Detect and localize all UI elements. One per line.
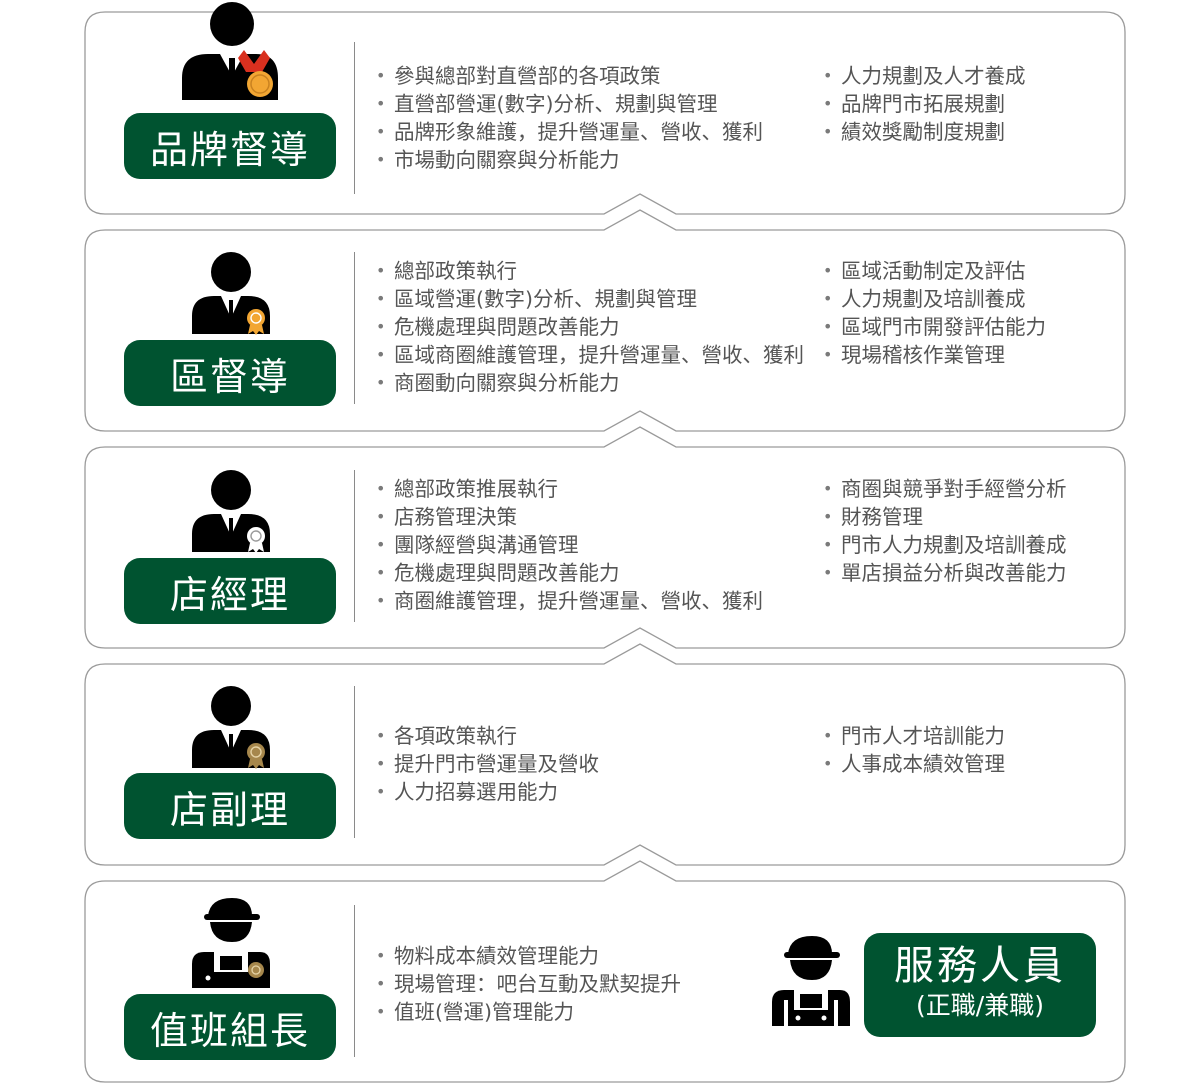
list-item: 財務管理 — [821, 503, 1067, 531]
list-item: 門市人力規劃及培訓養成 — [821, 531, 1067, 559]
list-item: 區域商圈維護管理，提升營運量、營收、獲利 — [374, 341, 804, 369]
list-item: 現場稽核作業管理 — [821, 341, 1046, 369]
list-item: 參與總部對直營部的各項政策 — [374, 62, 763, 90]
shift-leader-cap-icon — [192, 898, 270, 988]
list-item: 店務管理決策 — [374, 503, 763, 531]
level-title-2: 區督導 — [124, 340, 336, 406]
level-title-5: 值班組長 — [124, 994, 336, 1060]
list-item: 現場管理：吧台互動及默契提升 — [374, 970, 681, 998]
list-item: 商圈維護管理，提升營運量、營收、獲利 — [374, 587, 763, 615]
list-item: 提升門市營運量及營收 — [374, 750, 599, 778]
list-item: 品牌形象維護，提升營運量、營收、獲利 — [374, 118, 763, 146]
list-item: 門市人才培訓能力 — [821, 722, 1005, 750]
list-item: 商圈與競爭對手經營分析 — [821, 475, 1067, 503]
level-1-duties-col1: 參與總部對直營部的各項政策 直營部營運(數字)分析、規劃與管理 品牌形象維護，提… — [374, 62, 763, 174]
list-item: 直營部營運(數字)分析、規劃與管理 — [374, 90, 763, 118]
level-2-duties-col2: 區域活動制定及評估 人力規劃及培訓養成 區域門市開發評估能力 現場稽核作業管理 — [821, 257, 1046, 369]
level-title-3: 店經理 — [124, 558, 336, 624]
list-item: 人事成本績效管理 — [821, 750, 1005, 778]
level-5-duties-col1: 物料成本績效管理能力 現場管理：吧台互動及默契提升 值班(營運)管理能力 — [374, 942, 681, 1026]
supervisor-badge-icon — [192, 252, 270, 335]
list-item: 人力招募選用能力 — [374, 778, 599, 806]
list-item: 總部政策推展執行 — [374, 475, 763, 503]
list-item: 區域營運(數字)分析、規劃與管理 — [374, 285, 804, 313]
level-2-duties-col1: 總部政策執行 區域營運(數字)分析、規劃與管理 危機處理與問題改善能力 區域商圈… — [374, 257, 804, 397]
list-item: 市場動向關察與分析能力 — [374, 146, 763, 174]
divider-4 — [354, 686, 355, 838]
list-item: 團隊經營與溝通管理 — [374, 531, 763, 559]
service-staff-box: 服務人員 (正職/兼職) — [864, 933, 1096, 1037]
list-item: 區域門市開發評估能力 — [821, 313, 1046, 341]
list-item: 各項政策執行 — [374, 722, 599, 750]
list-item: 總部政策執行 — [374, 257, 804, 285]
service-staff-title: 服務人員 — [894, 943, 1066, 989]
list-item: 危機處理與問題改善能力 — [374, 559, 763, 587]
list-item: 區域活動制定及評估 — [821, 257, 1046, 285]
service-staff-cap-icon — [772, 936, 850, 1026]
list-item: 值班(營運)管理能力 — [374, 998, 681, 1026]
manager-medal-icon — [182, 2, 278, 100]
list-item: 危機處理與問題改善能力 — [374, 313, 804, 341]
divider-5 — [354, 905, 355, 1057]
divider-2 — [354, 252, 355, 404]
level-3-duties-col2: 商圈與競爭對手經營分析 財務管理 門市人力規劃及培訓養成 單店損益分析與改善能力 — [821, 475, 1067, 587]
list-item: 績效獎勵制度規劃 — [821, 118, 1026, 146]
list-item: 物料成本績效管理能力 — [374, 942, 681, 970]
level-3-duties-col1: 總部政策推展執行 店務管理決策 團隊經營與溝通管理 危機處理與問題改善能力 商圈… — [374, 475, 763, 615]
divider-1 — [354, 42, 355, 194]
list-item: 人力規劃及培訓養成 — [821, 285, 1046, 313]
level-title-4: 店副理 — [124, 773, 336, 839]
level-4-duties-col2: 門市人才培訓能力 人事成本績效管理 — [821, 722, 1005, 778]
level-1-duties-col2: 人力規劃及人才養成 品牌門市拓展規劃 績效獎勵制度規劃 — [821, 62, 1026, 146]
service-staff-subtitle: (正職/兼職) — [916, 991, 1044, 1020]
level-title-1: 品牌督導 — [124, 113, 336, 179]
level-4-duties-col1: 各項政策執行 提升門市營運量及營收 人力招募選用能力 — [374, 722, 599, 806]
assistant-manager-badge-icon — [192, 686, 270, 769]
store-manager-badge-icon — [192, 470, 270, 553]
divider-3 — [354, 470, 355, 622]
list-item: 品牌門市拓展規劃 — [821, 90, 1026, 118]
list-item: 人力規劃及人才養成 — [821, 62, 1026, 90]
list-item: 單店損益分析與改善能力 — [821, 559, 1067, 587]
list-item: 商圈動向關察與分析能力 — [374, 369, 804, 397]
